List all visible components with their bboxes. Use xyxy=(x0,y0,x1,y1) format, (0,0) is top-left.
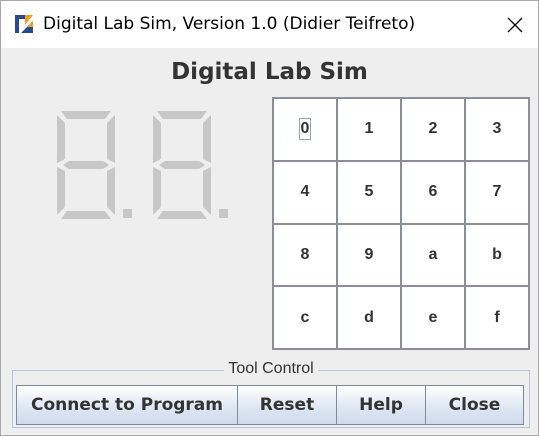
window-close-button[interactable] xyxy=(492,1,538,48)
key-label: 3 xyxy=(492,120,502,138)
connect-to-program-button[interactable]: Connect to Program xyxy=(16,385,238,425)
key-c[interactable]: c xyxy=(273,286,337,349)
key-f[interactable]: f xyxy=(465,286,529,349)
close-icon xyxy=(507,17,523,32)
key-0[interactable]: 0 xyxy=(273,98,337,161)
key-8[interactable]: 8 xyxy=(273,223,337,287)
digit-1 xyxy=(57,111,132,219)
tool-control-buttons: Connect to Program Reset Help Close xyxy=(16,385,524,425)
key-6[interactable]: 6 xyxy=(401,160,465,224)
key-label: 5 xyxy=(364,183,374,201)
key-label: 2 xyxy=(428,120,438,138)
key-label: 0 xyxy=(298,118,312,141)
key-label: 9 xyxy=(364,245,374,263)
key-7[interactable]: 7 xyxy=(465,160,529,224)
tool-control-title: Tool Control xyxy=(224,360,318,377)
close-button[interactable]: Close xyxy=(425,385,524,425)
key-label: b xyxy=(492,245,502,263)
window-title: Digital Lab Sim, Version 1.0 (Didier Tei… xyxy=(43,14,416,34)
app-logo-icon xyxy=(13,13,35,35)
reset-button[interactable]: Reset xyxy=(237,385,337,425)
key-label: f xyxy=(494,308,500,326)
hex-keypad: 0 1 2 3 4 5 6 7 8 9 a b c d e f xyxy=(272,97,530,350)
key-d[interactable]: d xyxy=(337,286,401,349)
key-b[interactable]: b xyxy=(465,223,529,287)
key-a[interactable]: a xyxy=(401,223,465,287)
title-bar[interactable]: Digital Lab Sim, Version 1.0 (Didier Tei… xyxy=(1,1,538,48)
key-label: 7 xyxy=(492,183,502,201)
tool-control-group: Tool Control Connect to Program Reset He… xyxy=(12,360,530,428)
key-4[interactable]: 4 xyxy=(273,160,337,224)
help-button[interactable]: Help xyxy=(336,385,426,425)
key-e[interactable]: e xyxy=(401,286,465,349)
app-heading: Digital Lab Sim xyxy=(171,59,368,85)
key-label: e xyxy=(428,308,438,326)
key-1[interactable]: 1 xyxy=(337,98,401,161)
seven-segment-display xyxy=(57,111,228,219)
app-window: Digital Lab Sim, Version 1.0 (Didier Tei… xyxy=(0,0,539,436)
key-label: d xyxy=(364,308,374,326)
key-label: c xyxy=(300,308,310,326)
key-2[interactable]: 2 xyxy=(401,98,465,161)
key-label: 8 xyxy=(300,245,310,263)
key-5[interactable]: 5 xyxy=(337,160,401,224)
key-label: 1 xyxy=(364,120,374,138)
key-3[interactable]: 3 xyxy=(465,98,529,161)
key-label: 4 xyxy=(300,183,310,201)
digit-2 xyxy=(153,111,228,219)
key-9[interactable]: 9 xyxy=(337,223,401,287)
key-label: 6 xyxy=(428,183,438,201)
key-label: a xyxy=(428,245,438,263)
